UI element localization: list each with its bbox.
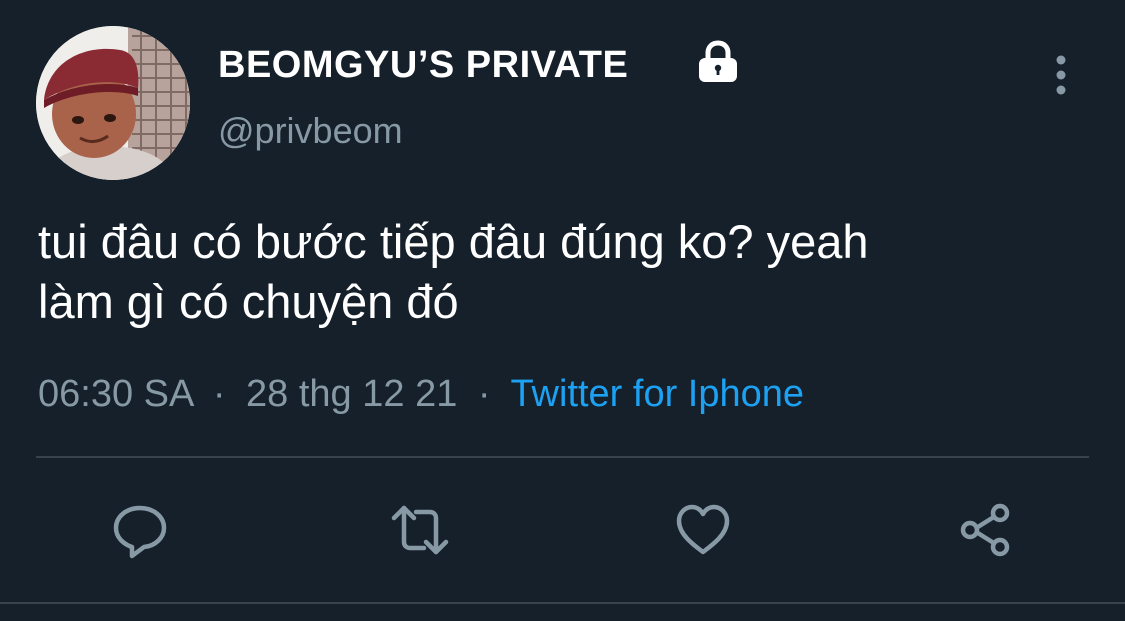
tweet-source-link[interactable]: Twitter for Iphone [510, 373, 804, 415]
avatar[interactable] [36, 26, 190, 180]
tweet-date: 28 thg 12 21 [246, 373, 458, 415]
retweet-icon[interactable] [390, 500, 450, 560]
avatar-image [36, 26, 190, 180]
tweet-text-line-2: làm gì có chuyện đó [38, 275, 459, 328]
tweet-meta: 06:30 SA · 28 thg 12 21 · Twitter for Ip… [38, 373, 804, 416]
tweet-text-line-1: tui đâu có bước tiếp đâu đúng ko? yeah [38, 215, 869, 268]
tweet-text: tui đâu có bước tiếp đâu đúng ko? yeah l… [38, 212, 1088, 332]
display-name[interactable]: BEOMGYU’S PRIVATE [218, 44, 628, 87]
lock-icon [695, 40, 741, 84]
meta-separator: · [477, 373, 491, 415]
more-vertical-icon[interactable] [1048, 54, 1074, 98]
user-handle[interactable]: @privbeom [218, 110, 403, 152]
heart-icon[interactable] [673, 500, 733, 560]
tweet-time: 06:30 SA [38, 373, 193, 415]
meta-separator: · [212, 373, 226, 415]
bottom-divider [0, 602, 1125, 604]
reply-icon[interactable] [110, 500, 170, 560]
share-icon[interactable] [955, 500, 1015, 560]
divider [36, 456, 1089, 458]
